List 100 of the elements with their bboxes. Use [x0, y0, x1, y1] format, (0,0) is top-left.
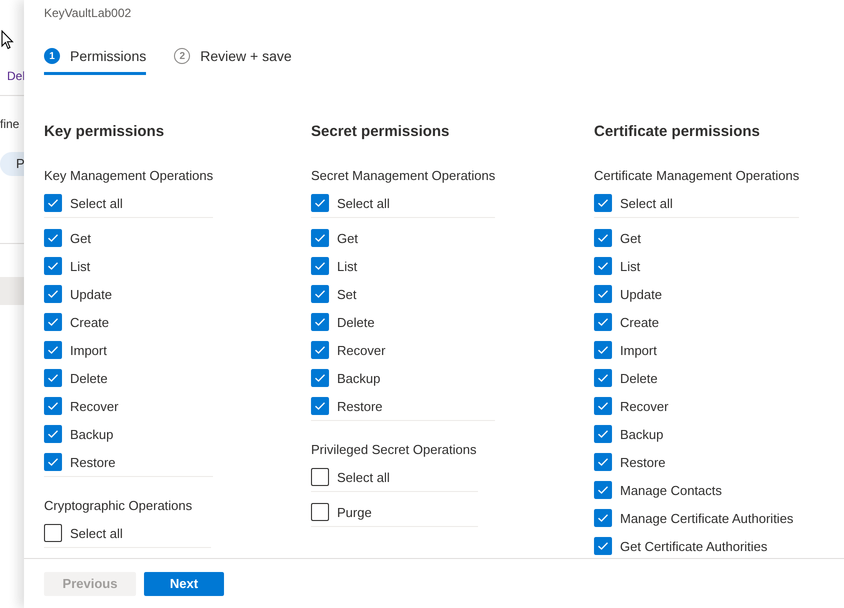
- column-heading: Key permissions: [44, 123, 166, 141]
- checkbox[interactable]: [44, 369, 62, 387]
- permission-checkbox[interactable]: Update: [594, 280, 662, 308]
- checkmark-icon: [597, 317, 609, 327]
- checkbox[interactable]: [311, 257, 329, 275]
- checkmark-icon: [314, 401, 326, 411]
- checkbox[interactable]: [311, 194, 329, 212]
- permission-checkbox[interactable]: Restore: [44, 448, 116, 476]
- permission-checkbox[interactable]: List: [594, 252, 640, 280]
- checkbox[interactable]: [594, 341, 612, 359]
- checkmark-icon: [314, 373, 326, 383]
- checkmark-icon: [597, 429, 609, 439]
- checkmark-icon: [597, 457, 609, 467]
- permission-checkbox[interactable]: Delete: [594, 364, 658, 392]
- permission-checkbox[interactable]: Get Certificate Authorities: [594, 532, 768, 558]
- checkbox[interactable]: [311, 397, 329, 415]
- permission-checkbox[interactable]: Select all: [311, 189, 390, 217]
- checkmark-icon: [314, 233, 326, 243]
- panel-title: KeyVaultLab002: [44, 6, 132, 22]
- next-button[interactable]: Next: [144, 572, 224, 596]
- permission-checkbox[interactable]: Import: [44, 336, 107, 364]
- permission-checkbox[interactable]: Backup: [594, 420, 664, 448]
- checkmark-icon: [597, 401, 609, 411]
- permission-checkbox[interactable]: List: [311, 252, 358, 280]
- background-text: Del: [7, 69, 24, 83]
- checkbox[interactable]: [44, 425, 62, 443]
- checkbox[interactable]: [311, 468, 329, 486]
- permission-checkbox[interactable]: Create: [44, 308, 110, 336]
- checkbox[interactable]: [594, 229, 612, 247]
- checkbox[interactable]: [44, 313, 62, 331]
- group-title: Cryptographic Operations: [44, 497, 194, 515]
- checkmark-icon: [597, 541, 609, 551]
- permission-checkbox[interactable]: Restore: [594, 448, 666, 476]
- permission-checkbox[interactable]: Delete: [44, 364, 108, 392]
- checkbox[interactable]: [44, 257, 62, 275]
- group-title: Certificate Management Operations: [594, 167, 800, 185]
- checkbox[interactable]: [44, 194, 62, 212]
- permission-checkbox[interactable]: Manage Certificate Authorities: [594, 504, 794, 532]
- checkbox[interactable]: [44, 397, 62, 415]
- checkbox[interactable]: [44, 524, 62, 542]
- checkbox[interactable]: [44, 341, 62, 359]
- checkbox[interactable]: [594, 425, 612, 443]
- permission-checkbox[interactable]: Create: [594, 308, 660, 336]
- checkmark-icon: [47, 198, 59, 208]
- permission-checkbox[interactable]: Backup: [311, 364, 380, 392]
- checkmark-icon: [47, 345, 59, 355]
- permission-checkbox[interactable]: Get: [594, 224, 641, 252]
- permission-checkbox[interactable]: Select all: [594, 189, 673, 217]
- checkbox[interactable]: [594, 481, 612, 499]
- checkbox[interactable]: [311, 285, 329, 303]
- permission-checkbox[interactable]: Restore: [311, 392, 383, 420]
- checkbox[interactable]: [594, 537, 612, 555]
- checkmark-icon: [314, 345, 326, 355]
- checkbox[interactable]: [594, 285, 612, 303]
- permission-checkbox[interactable]: Recover: [44, 392, 118, 420]
- checkbox[interactable]: [311, 341, 329, 359]
- checkbox[interactable]: [594, 257, 612, 275]
- checkbox[interactable]: [44, 453, 62, 471]
- permission-checkbox[interactable]: Import: [594, 336, 657, 364]
- checkbox[interactable]: [594, 509, 612, 527]
- checkbox[interactable]: [594, 194, 612, 212]
- group-title: Secret Management Operations: [311, 167, 496, 185]
- checkmark-icon: [597, 289, 609, 299]
- checkbox[interactable]: [311, 503, 329, 521]
- permission-checkbox[interactable]: Backup: [44, 420, 114, 448]
- checkbox[interactable]: [594, 453, 612, 471]
- permission-checkbox[interactable]: Select all: [311, 463, 390, 491]
- checkbox[interactable]: [594, 313, 612, 331]
- checkmark-icon: [314, 289, 326, 299]
- checkmark-icon: [47, 233, 59, 243]
- permission-checkbox[interactable]: Delete: [311, 308, 375, 336]
- permission-checkbox[interactable]: Recover: [311, 336, 386, 364]
- step-tab[interactable]: 2 Review + save: [174, 48, 292, 75]
- checkbox[interactable]: [594, 397, 612, 415]
- checkmark-icon: [47, 457, 59, 467]
- checkmark-icon: [314, 198, 326, 208]
- checkmark-icon: [597, 345, 609, 355]
- checkbox[interactable]: [311, 229, 329, 247]
- permission-checkbox[interactable]: Set: [311, 280, 357, 308]
- checkbox[interactable]: [44, 229, 62, 247]
- checkbox[interactable]: [44, 285, 62, 303]
- permission-checkbox[interactable]: Select all: [44, 519, 123, 547]
- checkmark-icon: [47, 429, 59, 439]
- checkmark-icon: [47, 317, 59, 327]
- checkmark-icon: [47, 401, 59, 411]
- permission-checkbox[interactable]: Select all: [44, 189, 123, 217]
- checkbox[interactable]: [311, 369, 329, 387]
- permission-checkbox[interactable]: List: [44, 252, 90, 280]
- permission-checkbox[interactable]: Get: [311, 224, 358, 252]
- permission-checkbox[interactable]: Update: [44, 280, 112, 308]
- permission-checkbox[interactable]: Recover: [594, 392, 668, 420]
- checkmark-icon: [47, 373, 59, 383]
- permission-checkbox[interactable]: Purge: [311, 498, 372, 526]
- permission-checkbox[interactable]: Get: [44, 224, 91, 252]
- checkbox[interactable]: [594, 369, 612, 387]
- checkmark-icon: [47, 261, 59, 271]
- step-tab[interactable]: 1 Permissions: [44, 48, 146, 75]
- permission-checkbox[interactable]: Manage Contacts: [594, 476, 722, 504]
- checkbox[interactable]: [311, 313, 329, 331]
- checkmark-icon: [597, 198, 609, 208]
